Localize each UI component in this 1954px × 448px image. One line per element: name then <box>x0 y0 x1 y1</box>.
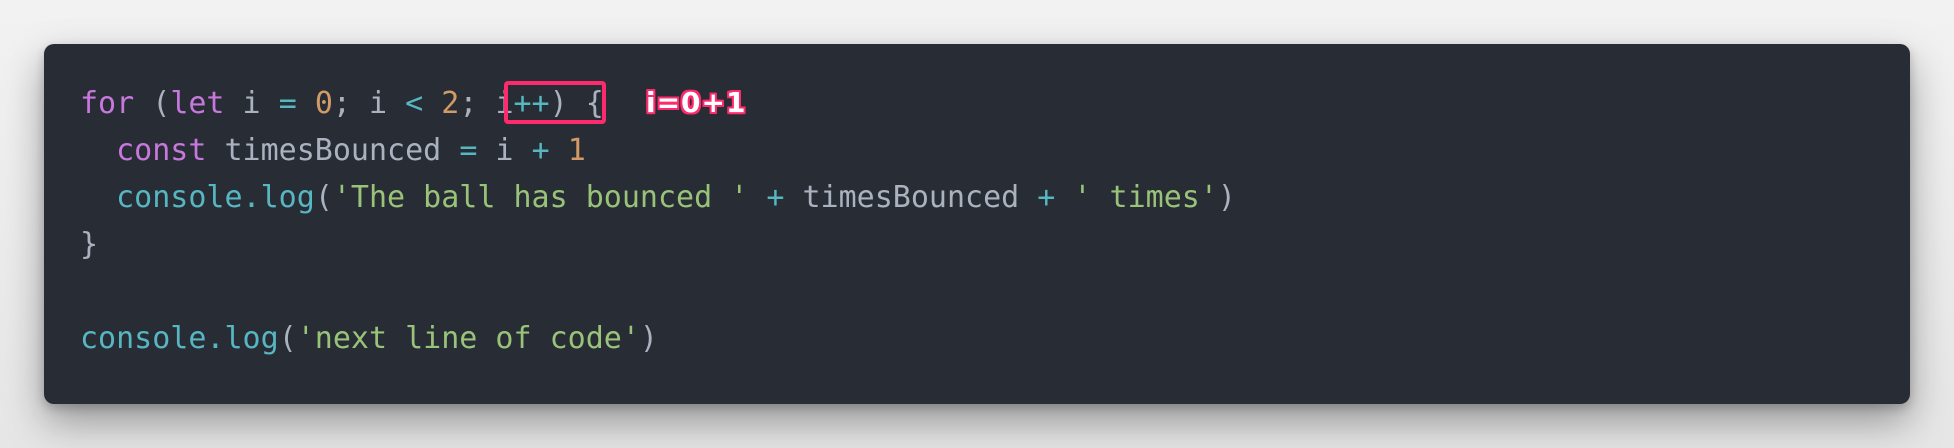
code-line-2: const timesBounced = i + 1 <box>80 127 1910 174</box>
code-token: for <box>80 86 135 121</box>
code-token: i <box>224 86 279 121</box>
code-token: ' times' <box>1073 180 1218 215</box>
code-token: timesBounced <box>206 133 460 168</box>
code-token: ; <box>459 86 496 121</box>
code-token: 0 <box>314 86 333 121</box>
code-line-1: for (let i = 0; i < 2; i++) { <box>80 80 1910 127</box>
code-token: 'The ball has bounced ' <box>332 180 749 215</box>
code-token: } <box>80 227 99 262</box>
code-token: i <box>477 133 532 168</box>
code-token: ) <box>1217 180 1236 215</box>
code-token: ( <box>278 321 297 356</box>
code-line-4: } <box>80 221 1910 268</box>
code-token: console.log <box>116 180 315 215</box>
code-token: ( <box>134 86 171 121</box>
code-token: = <box>459 133 478 168</box>
code-token: 1 <box>567 133 586 168</box>
code-token: 2 <box>441 86 460 121</box>
code-token: let <box>170 86 225 121</box>
code-token: + <box>766 180 785 215</box>
code-token: const <box>116 133 207 168</box>
code-token: + <box>1037 180 1056 215</box>
code-line-3: console.log('The ball has bounced ' + ti… <box>80 174 1910 221</box>
code-line-5-empty <box>80 268 1910 315</box>
code-token: = <box>278 86 297 121</box>
code-token: < <box>405 86 424 121</box>
code-editor: for (let i = 0; i < 2; i++) { const time… <box>44 44 1910 404</box>
code-token: + <box>531 133 550 168</box>
code-token: ) <box>639 321 658 356</box>
code-token: console.log <box>80 321 279 356</box>
code-token: 'next line of code' <box>296 321 640 356</box>
code-token: ; i <box>332 86 406 121</box>
code-line-6: console.log('next line of code') <box>80 315 1910 362</box>
code-token: timesBounced <box>784 180 1038 215</box>
increment-highlight-box <box>504 81 606 124</box>
increment-annotation: i=0+1 <box>645 85 747 120</box>
code-token: ( <box>314 180 333 215</box>
